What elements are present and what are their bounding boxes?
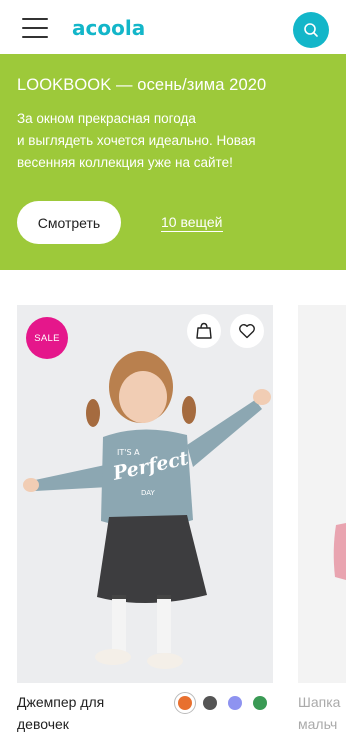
color-swatch-green[interactable] — [253, 696, 267, 710]
product-name[interactable]: Джемпер для девочек — [17, 691, 167, 735]
color-swatch-gray[interactable] — [203, 696, 217, 710]
banner-text: За окном прекрасная погода и выглядеть х… — [17, 111, 256, 170]
girl-illustration: IT'S A Perfect DAY — [17, 305, 273, 683]
logo[interactable]: acoola — [72, 18, 164, 40]
bag-icon — [196, 322, 212, 339]
color-swatch-lavender[interactable] — [228, 696, 242, 710]
favorite-button[interactable] — [230, 314, 264, 348]
sale-badge: SALE — [26, 317, 68, 359]
banner-title: LOOKBOOK — осень/зима 2020 — [17, 76, 267, 94]
svg-text:DAY: DAY — [141, 489, 156, 497]
header: acoola — [0, 0, 346, 54]
items-link[interactable]: 10 вещей — [161, 214, 223, 232]
menu-icon[interactable] — [22, 17, 48, 39]
svg-text:acoola: acoola — [72, 18, 145, 40]
product-image[interactable]: IT'S A Perfect DAY SALE — [17, 305, 273, 683]
heart-icon — [239, 324, 255, 339]
search-icon — [304, 23, 318, 37]
svg-text:IT'S A: IT'S A — [117, 448, 140, 457]
color-swatch-orange[interactable] — [174, 692, 196, 714]
search-button[interactable] — [293, 12, 329, 48]
add-to-cart-button[interactable] — [187, 314, 221, 348]
view-button[interactable]: Смотреть — [17, 201, 121, 244]
lookbook-banner: LOOKBOOK — осень/зима 2020 За окном прек… — [0, 54, 346, 270]
color-swatches — [174, 692, 278, 714]
product-image[interactable] — [298, 305, 346, 683]
product-name[interactable]: Шапка мальч — [298, 691, 340, 735]
